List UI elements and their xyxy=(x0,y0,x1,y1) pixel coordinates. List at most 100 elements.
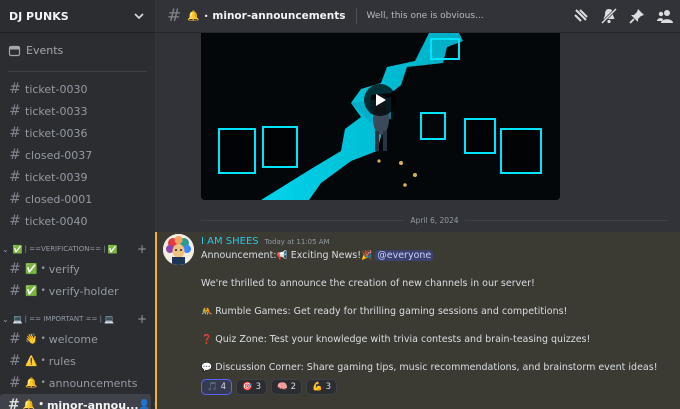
reaction-target[interactable]: 🎯 3 xyxy=(236,379,268,395)
divider-date: April 6, 2024 xyxy=(410,215,459,225)
server-name: DJ PUNKS xyxy=(9,9,69,23)
reaction-count: 3 xyxy=(255,382,262,392)
channel-label: verify-holder xyxy=(48,284,119,298)
check-icon: ✅ xyxy=(25,263,38,275)
category-emoji: 💻 xyxy=(103,314,114,324)
channel-label: verify xyxy=(48,262,80,276)
message-list[interactable]: April 6, 2024 I AM SHEES Today at 11:05 … xyxy=(155,33,680,409)
channel-ticket-0040[interactable]: # ticket-0040 xyxy=(0,210,155,232)
exciting-news-text: Exciting News! xyxy=(290,250,361,261)
channel-label: minor-annou... xyxy=(46,398,139,409)
bullet: • xyxy=(203,11,209,21)
message-line: 🤼 Rumble Games: Get ready for thrilling … xyxy=(201,305,671,319)
video-attachment[interactable] xyxy=(201,33,560,200)
channel-welcome[interactable]: # 👋 • welcome xyxy=(0,328,155,350)
channel-label: ticket-0036 xyxy=(25,126,88,140)
add-channel-icon[interactable]: + xyxy=(137,312,147,326)
reaction-count: 4 xyxy=(220,382,227,392)
channel-label: closed-0037 xyxy=(25,148,93,162)
channel-header: # 🔔 • minor-announcements Well, this one… xyxy=(155,0,680,33)
music-note-icon: 🎵 xyxy=(207,382,218,392)
channel-title: minor-announcements xyxy=(212,10,346,22)
divider-line xyxy=(201,219,405,221)
author-name[interactable]: I AM SHEES xyxy=(201,236,259,247)
threads-icon[interactable] xyxy=(572,7,590,25)
category-important[interactable]: ⌄ 💻 | == IMPORTANT == | 💻 + xyxy=(0,310,155,328)
bullet: • xyxy=(40,334,46,344)
hash-icon: # xyxy=(9,147,21,163)
add-channel-icon[interactable]: + xyxy=(137,242,147,256)
member-list-icon[interactable] xyxy=(656,7,674,25)
category-emoji: 💻 xyxy=(12,314,23,324)
channel-ticket-0036[interactable]: # ticket-0036 xyxy=(0,122,155,144)
bell-icon: 🔔 xyxy=(25,377,38,389)
reaction-muscle[interactable]: 💪 3 xyxy=(306,379,338,395)
channel-ticket-0039[interactable]: # ticket-0039 xyxy=(0,166,155,188)
bullet: • xyxy=(40,378,46,388)
channel-label: welcome xyxy=(48,332,98,346)
hash-icon: # xyxy=(9,213,21,229)
channel-rules[interactable]: # ⚠️ • rules xyxy=(0,350,155,372)
chevron-down-icon xyxy=(134,13,144,20)
events-item[interactable]: Events xyxy=(0,39,155,61)
channel-sidebar: DJ PUNKS Events # ticket-0030 # ticket-003… xyxy=(0,0,155,409)
reaction-music[interactable]: 🎵 4 xyxy=(201,379,233,395)
avatar-image xyxy=(163,234,194,265)
channel-verify-holder[interactable]: # ✅ • verify-holder xyxy=(0,280,155,302)
category-verification[interactable]: ⌄ ✅ | ==VERIFICATION== | ✅ + xyxy=(0,240,155,258)
channel-label: rules xyxy=(48,354,76,368)
channel-label: ticket-0033 xyxy=(25,104,88,118)
message-line: ❓ Quiz Zone: Test your knowledge with tr… xyxy=(201,333,671,347)
message-line: We're thrilled to announce the creation … xyxy=(201,278,535,289)
channel-verify[interactable]: # ✅ • verify xyxy=(0,258,155,280)
category-emoji: ✅ xyxy=(12,244,23,254)
category-label: | == IMPORTANT == | xyxy=(24,315,102,323)
pin-icon[interactable] xyxy=(628,7,646,25)
message-content: Announcement:📢 Exciting News!🎉 @everyone… xyxy=(201,249,671,375)
avatar[interactable] xyxy=(163,234,194,265)
hash-icon: # xyxy=(9,353,21,369)
play-button[interactable] xyxy=(364,84,396,116)
play-icon xyxy=(376,94,386,106)
mute-notifications-icon[interactable] xyxy=(600,7,618,25)
channel-announcements[interactable]: # 🔔 • announcements xyxy=(0,372,155,394)
bell-icon: 🔔 xyxy=(22,399,36,409)
hash-icon: # xyxy=(8,397,20,409)
bell-icon: 🔔 xyxy=(187,10,200,22)
video-thumbnail xyxy=(201,33,560,200)
warning-icon: ⚠️ xyxy=(25,355,38,367)
channel-label: closed-0001 xyxy=(25,192,93,206)
channel-ticket-0033[interactable]: # ticket-0033 xyxy=(0,100,155,122)
channel-ticket-0030[interactable]: # ticket-0030 xyxy=(0,78,155,100)
reaction-count: 2 xyxy=(290,382,297,392)
reaction-bar: 🎵 4 🎯 3 🧠 2 💪 3 xyxy=(201,379,338,395)
reaction-brain[interactable]: 🧠 2 xyxy=(271,379,303,395)
channel-closed-0001[interactable]: # closed-0001 xyxy=(0,188,155,210)
rumble-games-text: Rumble Games: Get ready for thrilling ga… xyxy=(215,306,568,317)
hash-icon: # xyxy=(9,125,21,141)
discussion-corner-text: Discussion Corner: Share gaming tips, mu… xyxy=(215,362,658,373)
events-label: Events xyxy=(26,43,64,57)
channel-minor-announcements[interactable]: #🔔•minor-annou... 👤⚙ xyxy=(0,394,155,409)
reaction-count: 3 xyxy=(325,382,332,392)
everyone-mention[interactable]: @everyone xyxy=(375,250,434,261)
header-toolbar xyxy=(572,7,674,25)
invite-icon[interactable]: 👤 xyxy=(139,400,150,409)
channel-topic[interactable]: Well, this one is obvious... xyxy=(367,11,484,21)
sidebar-divider xyxy=(8,71,147,72)
hash-icon: # xyxy=(9,191,21,207)
channel-label: ticket-0039 xyxy=(25,170,88,184)
bullet: • xyxy=(38,400,44,409)
channel-closed-0037[interactable]: # closed-0037 xyxy=(0,144,155,166)
message-highlighted[interactable]: I AM SHEES Today at 11:05 AM Announcemen… xyxy=(155,232,680,409)
announcement-label: Announcement: xyxy=(201,250,277,261)
server-header[interactable]: DJ PUNKS xyxy=(0,0,155,33)
check-icon: ✅ xyxy=(25,285,38,297)
hash-icon: # xyxy=(9,331,21,347)
hash-icon: # xyxy=(9,261,21,277)
channel-label: ticket-0040 xyxy=(25,214,88,228)
megaphone-icon: 📢 xyxy=(276,251,288,261)
